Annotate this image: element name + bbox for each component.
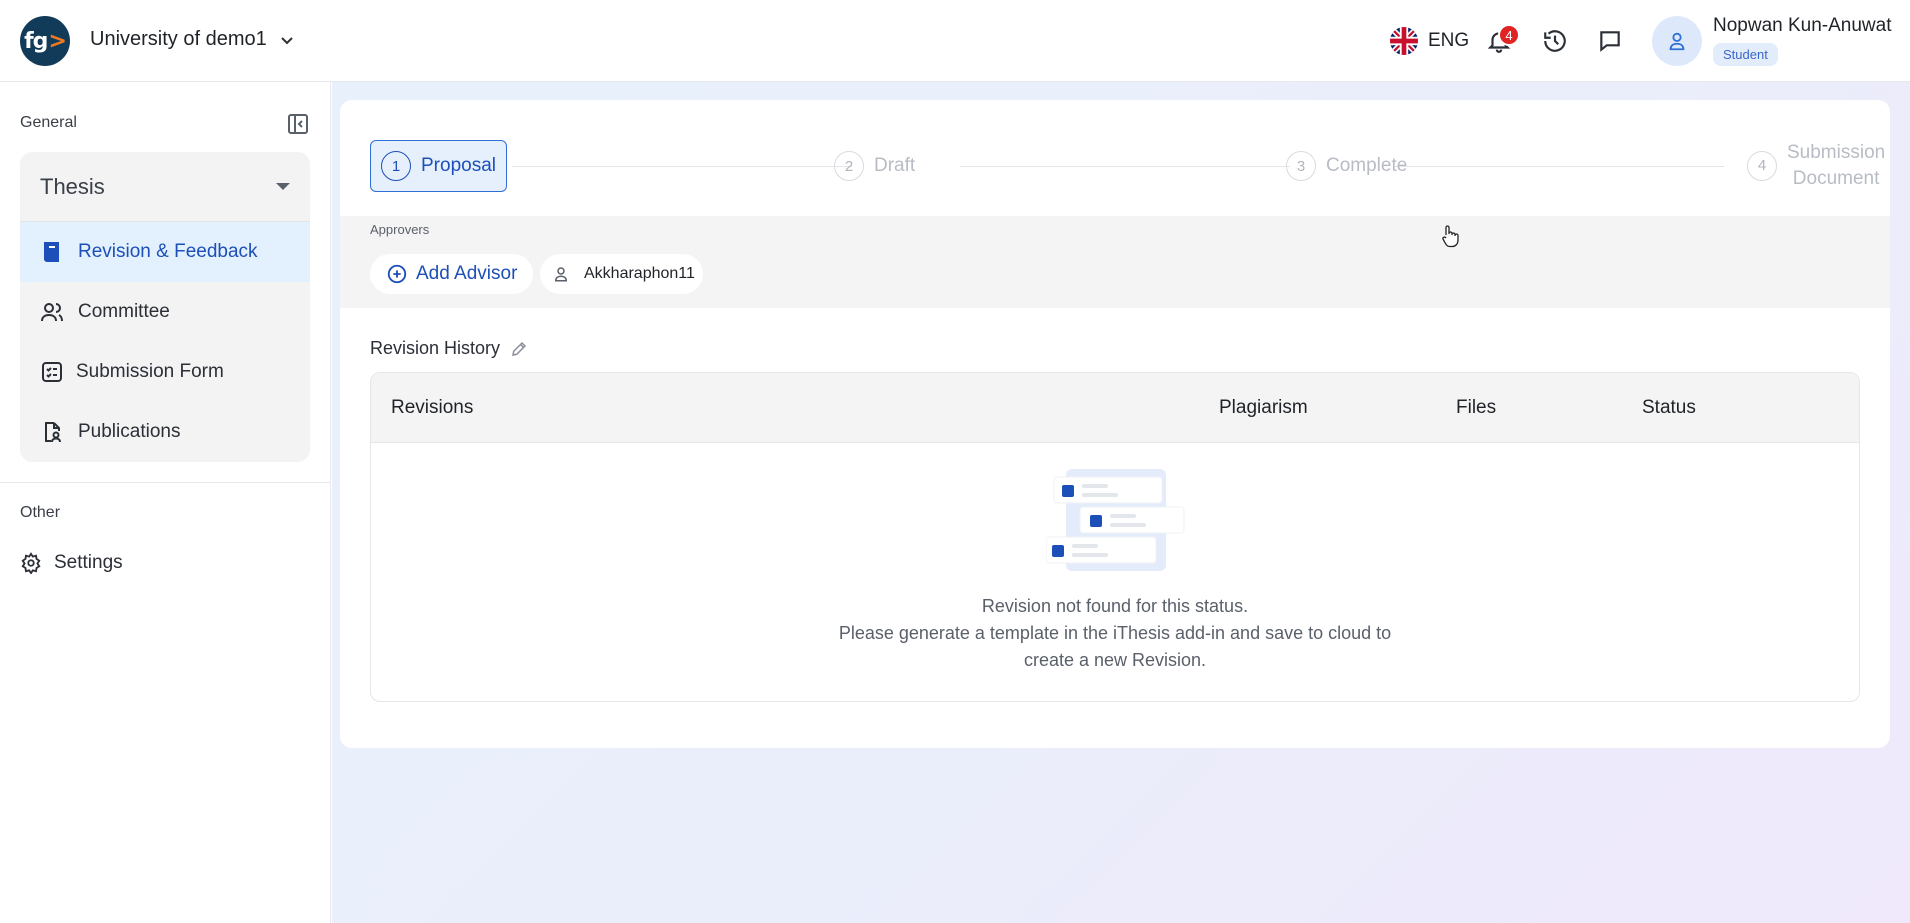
approvers-section: Approvers Add Advisor Akkharaphon11: [340, 216, 1890, 308]
org-switcher[interactable]: University of demo1: [90, 28, 295, 51]
users-icon: [41, 303, 63, 322]
step-number: 2: [834, 151, 864, 181]
document-user-icon: [45, 422, 61, 443]
sidebar-item-label: Revision & Feedback: [78, 241, 258, 262]
column-header-revisions[interactable]: Revisions: [391, 397, 473, 419]
step-number: 4: [1747, 151, 1777, 181]
sidebar-item-committee[interactable]: Committee: [20, 282, 310, 342]
language-label: ENG: [1428, 30, 1470, 51]
sidebar-item-label: Publications: [78, 421, 181, 442]
approvers-label: Approvers: [370, 222, 430, 237]
step-submission-document[interactable]: 4 Submission Document: [1747, 140, 1885, 192]
user-role-badge: Student: [1713, 43, 1778, 66]
step-label: Complete: [1326, 155, 1408, 176]
thesis-group-title: Thesis: [40, 173, 105, 199]
step-connector: [960, 166, 1290, 167]
hand-cursor-icon: [1442, 225, 1459, 248]
sidebar-item-publications[interactable]: Publications: [20, 402, 310, 462]
thesis-card: 1 Proposal 2 Draft 3 Complete 4 Submissi…: [340, 100, 1890, 748]
revision-history-title: Revision History: [370, 338, 501, 358]
sidebar-item-label: Committee: [78, 301, 170, 322]
chat-icon: [1600, 31, 1620, 52]
user-name: Nopwan Kun-Anuwat: [1713, 15, 1892, 36]
sidebar-divider: [0, 482, 331, 483]
general-section-label: General: [20, 114, 77, 131]
column-header-files[interactable]: Files: [1456, 397, 1496, 419]
top-header: fg > University of demo1 ENG 4 Nopwan Kun…: [0, 0, 1910, 82]
empty-state-message: Revision not found for this status. Plea…: [838, 596, 1392, 670]
chevron-down-icon: [281, 36, 293, 44]
checklist-icon: [42, 362, 62, 382]
add-advisor-button[interactable]: Add Advisor: [370, 254, 534, 294]
column-header-plagiarism[interactable]: Plagiarism: [1219, 397, 1308, 419]
other-section-label: Other: [20, 504, 61, 521]
user-icon: [1669, 32, 1685, 51]
history-button[interactable]: [1536, 22, 1574, 60]
pencil-icon[interactable]: [510, 340, 528, 358]
user-icon: [554, 267, 568, 282]
advisor-name: Akkharaphon11: [584, 265, 695, 282]
thesis-stepper: 1 Proposal 2 Draft 3 Complete 4 Submissi…: [370, 140, 1885, 192]
add-advisor-label: Add Advisor: [416, 263, 518, 284]
empty-state: Revision not found for this status. Plea…: [371, 443, 1859, 701]
column-header-status[interactable]: Status: [1642, 397, 1696, 419]
user-avatar[interactable]: [1652, 16, 1702, 66]
step-connector: [1394, 166, 1724, 167]
step-proposal[interactable]: 1 Proposal: [370, 140, 507, 192]
sidebar-item-label: Submission Form: [76, 361, 224, 382]
messages-button[interactable]: [1591, 22, 1629, 60]
sidebar-item-settings[interactable]: Settings: [20, 552, 123, 574]
plus-circle-icon: [387, 264, 407, 284]
step-draft[interactable]: 2 Draft: [834, 140, 915, 192]
advisor-chip[interactable]: Akkharaphon11: [540, 254, 703, 294]
step-label: Proposal: [421, 155, 496, 176]
notification-badge: 4: [1498, 24, 1520, 46]
empty-list-illustration: [1046, 469, 1185, 571]
language-switcher[interactable]: ENG: [1390, 0, 1469, 82]
sidebar-item-revision-feedback[interactable]: Revision & Feedback: [20, 222, 310, 282]
notifications-button[interactable]: 4: [1480, 22, 1520, 60]
step-label: Submission Document: [1787, 142, 1886, 189]
step-label: Draft: [874, 155, 916, 176]
settings-label: Settings: [54, 552, 123, 573]
org-name: University of demo1: [90, 28, 267, 50]
thesis-group-toggle[interactable]: Thesis: [20, 152, 310, 222]
gear-icon: [21, 552, 41, 574]
thesis-nav-group: Thesis Revision & Feedback Committee Sub…: [20, 152, 310, 462]
step-complete[interactable]: 3 Complete: [1286, 140, 1407, 192]
uk-flag-icon: [1390, 27, 1418, 55]
step-number: 3: [1286, 151, 1316, 181]
logo-text: fg: [24, 28, 48, 54]
revision-table: Revisions Plagiarism Files Status Revisi…: [370, 372, 1860, 702]
sidebar-item-submission-form[interactable]: Submission Form: [20, 342, 310, 402]
book-icon: [44, 242, 59, 262]
sidebar-collapse-icon: [288, 114, 308, 134]
step-number: 1: [381, 151, 411, 181]
table-header: Revisions Plagiarism Files Status: [371, 373, 1859, 443]
sidebar: General Thesis Revision & Feedback Commi…: [0, 82, 331, 923]
history-icon: [1544, 30, 1566, 52]
step-connector: [512, 166, 852, 167]
main-content: 1 Proposal 2 Draft 3 Complete 4 Submissi…: [332, 82, 1910, 923]
revision-history-heading: Revision History: [370, 338, 528, 359]
caret-down-icon: [276, 183, 290, 190]
app-logo[interactable]: fg >: [20, 16, 70, 66]
collapse-sidebar-button[interactable]: [286, 112, 310, 136]
